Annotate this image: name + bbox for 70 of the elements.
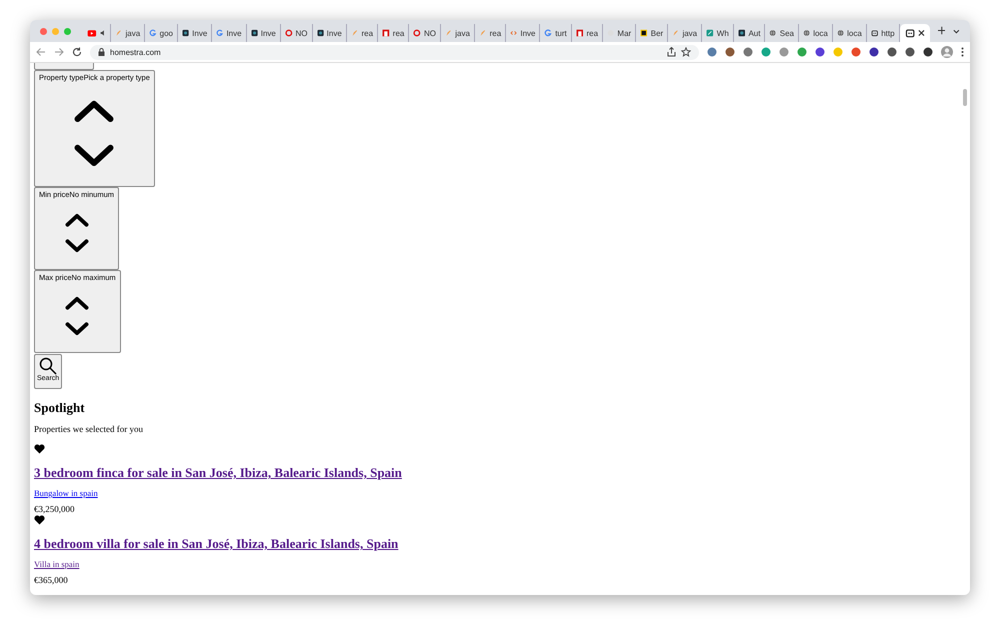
- speaker-icon[interactable]: [100, 29, 106, 37]
- close-icon[interactable]: [918, 29, 925, 37]
- tab-title: Ber: [650, 28, 664, 38]
- url-text: homestra.com: [110, 48, 161, 56]
- heart-icon[interactable]: [34, 444, 45, 454]
- tab-title: Inve: [520, 28, 536, 38]
- forward-icon[interactable]: [54, 47, 64, 57]
- letter-g-icon: [149, 27, 157, 39]
- tab-title: Inve: [192, 28, 208, 38]
- listing-title-link[interactable]: 4 bedroom villa for sale in San José, Ibiza, Balearic Islands, Spain: [34, 536, 398, 552]
- globe-icon: [769, 27, 777, 39]
- square-icon: [576, 27, 584, 39]
- star-icon[interactable]: [681, 47, 691, 57]
- square-icon: [182, 27, 190, 39]
- globe-icon: [802, 27, 810, 39]
- square-icon: [640, 27, 648, 39]
- tab-title: rea: [586, 28, 598, 38]
- scrollbar-thumb[interactable]: [963, 89, 967, 106]
- tab-title: rea: [490, 28, 502, 38]
- tab-title: http: [881, 28, 895, 38]
- section-subtitle: Properties we selected for you: [34, 424, 143, 434]
- tab-title: loca: [847, 28, 862, 38]
- tab-title: loca: [813, 28, 828, 38]
- robot-icon: [904, 27, 915, 39]
- tab-title: Inve: [260, 28, 276, 38]
- reload-icon[interactable]: [72, 47, 82, 57]
- tab-title: rea: [362, 28, 374, 38]
- tab-title: NO: [296, 28, 308, 38]
- tab-title: java: [455, 28, 470, 38]
- tab-title: Mar: [617, 28, 632, 38]
- play-icon: [87, 27, 97, 39]
- letter-g-icon: [544, 27, 552, 39]
- tab-title: Aut: [748, 28, 760, 38]
- listing-price: €365,000: [34, 575, 68, 585]
- new-tab-icon[interactable]: [938, 26, 946, 34]
- search-icon: [39, 357, 58, 375]
- ring-icon: [413, 27, 421, 39]
- square-icon: [250, 27, 258, 39]
- chevron-down-icon[interactable]: [953, 28, 960, 34]
- globe-icon: [836, 27, 844, 39]
- tab-title: Inve: [326, 28, 342, 38]
- tab-title: NO: [424, 28, 436, 38]
- avatar-icon[interactable]: [941, 46, 953, 58]
- section-heading: Spotlight: [34, 400, 85, 416]
- heart-icon[interactable]: [34, 515, 45, 525]
- select-control[interactable]: [34, 63, 94, 70]
- tab-title: java: [126, 28, 140, 38]
- browser-tab[interactable]: [900, 24, 930, 42]
- property-type-link[interactable]: Villa in spain: [34, 559, 80, 569]
- listing-price: €3,250,000: [34, 504, 74, 514]
- ring-icon: [284, 27, 292, 39]
- menu-icon[interactable]: [961, 47, 964, 57]
- square-icon: [706, 27, 714, 39]
- square-icon: [738, 27, 746, 39]
- tab-title: Inve: [226, 28, 242, 38]
- address-bar[interactable]: homestra.com: [90, 44, 699, 60]
- tab-title: Sea: [780, 28, 794, 38]
- square-icon: [382, 27, 390, 39]
- listing-title-link[interactable]: 3 bedroom finca for sale in San José, Ibiza, Balearic Islands, Spain: [34, 465, 402, 481]
- tab-title: turt: [555, 28, 567, 38]
- property-type-link[interactable]: Bungalow in spain: [34, 488, 98, 498]
- letter-g-icon: [216, 27, 224, 39]
- tab-title: java: [682, 28, 698, 38]
- back-icon[interactable]: [36, 47, 46, 57]
- tab-title: goo: [160, 28, 173, 38]
- share-icon[interactable]: [667, 47, 676, 57]
- square-icon: [316, 27, 324, 39]
- tab-title: rea: [392, 28, 404, 38]
- tab-title: Wh: [716, 28, 729, 38]
- lock-icon[interactable]: [98, 48, 105, 56]
